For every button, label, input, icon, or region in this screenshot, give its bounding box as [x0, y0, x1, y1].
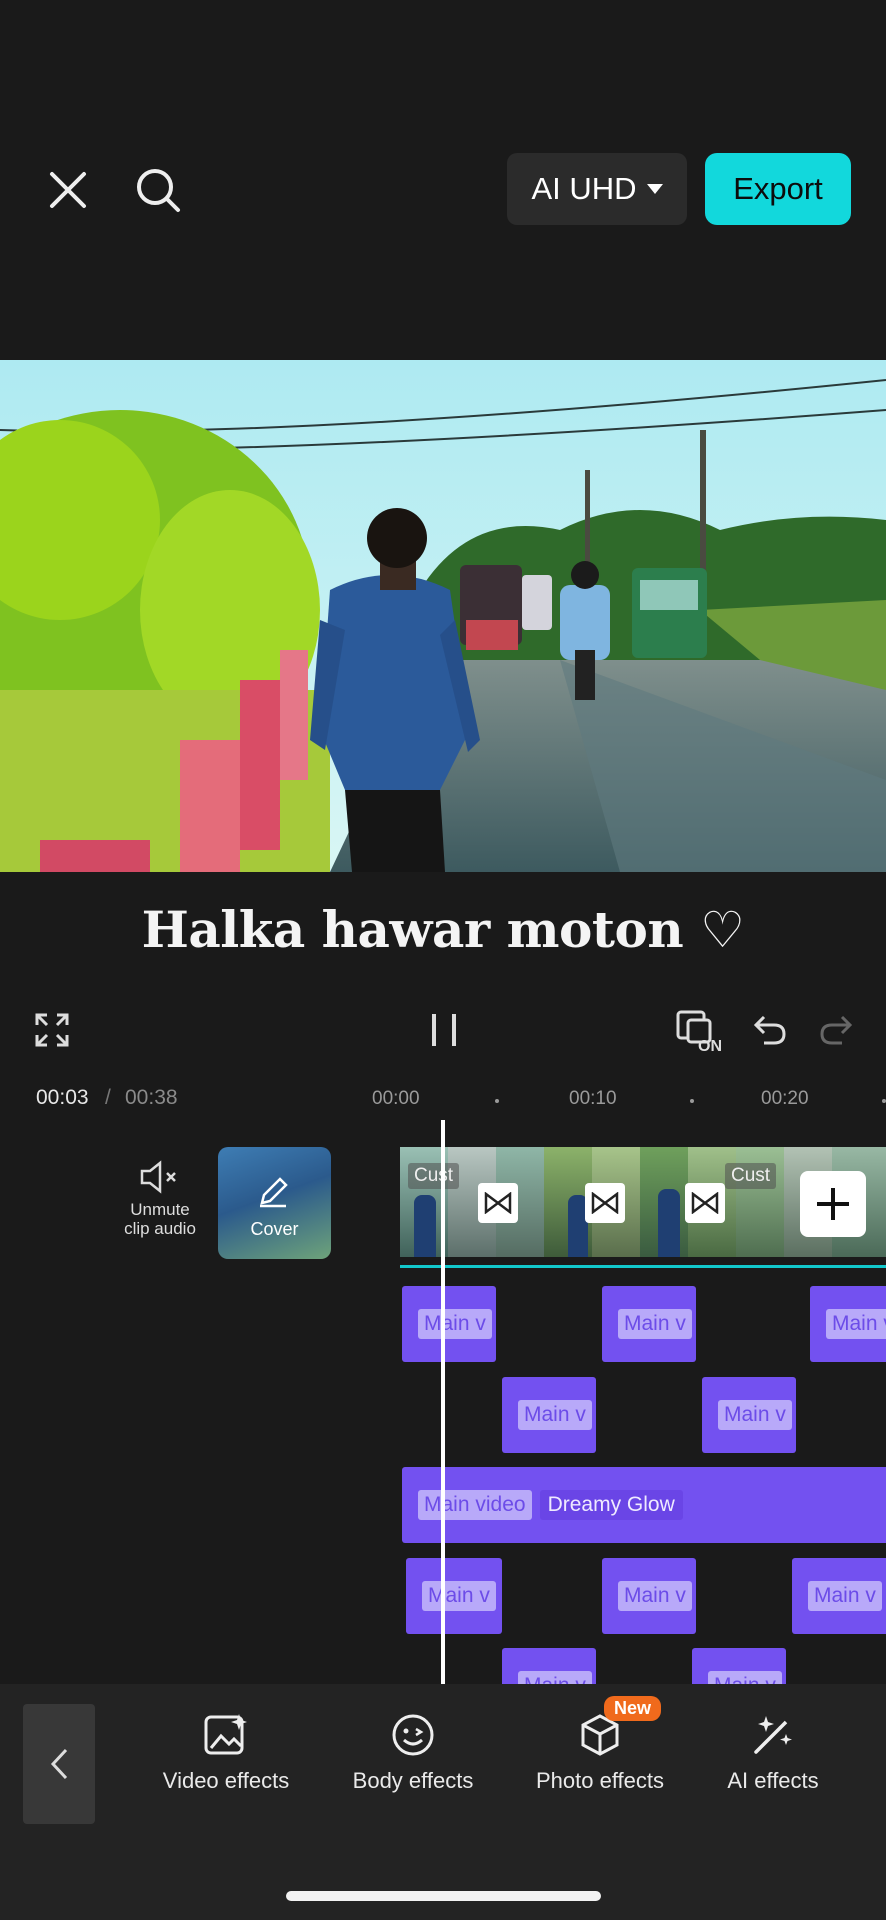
playback-controls: ON [0, 990, 886, 1070]
ai-effects-button[interactable]: AI effects [695, 1712, 851, 1794]
export-button[interactable]: Export [705, 153, 851, 225]
ruler-dot [495, 1099, 499, 1103]
effect-label: Main v [808, 1581, 882, 1611]
video-effects-button[interactable]: Video effects [148, 1712, 304, 1794]
home-indicator[interactable] [286, 1891, 601, 1901]
new-badge: New [604, 1696, 662, 1721]
add-clip-button[interactable] [800, 1171, 866, 1237]
ruler-dot [882, 1099, 886, 1103]
effect-label: Main v [518, 1400, 592, 1430]
clip-custom-chip: Cust [408, 1163, 460, 1189]
unmute-label: Unmute [130, 1200, 190, 1219]
time-bar: 00:03 / 00:38 00:00 00:10 00:20 [0, 1072, 886, 1122]
tool-label: Video effects [162, 1768, 290, 1793]
effect-clip[interactable]: Main v [602, 1558, 696, 1634]
effect-clip[interactable]: Main v [792, 1558, 886, 1634]
effect-clip[interactable]: Main v [502, 1377, 596, 1453]
ai-effects-icon [754, 1716, 792, 1754]
current-time: 00:03 [36, 1086, 89, 1109]
preview-frame [0, 360, 886, 872]
caret-down-icon [646, 184, 663, 194]
clip-custom-chip: Cust [725, 1163, 777, 1189]
effect-label: Main v [422, 1581, 496, 1611]
playhead[interactable] [441, 1120, 445, 1686]
ruler-tick-label: 00:00 [372, 1088, 420, 1109]
effect-clip[interactable]: Main v [602, 1286, 696, 1362]
unmute-label-2: clip audio [124, 1219, 196, 1238]
total-time: 00:38 [125, 1086, 178, 1109]
quality-label: AI UHD [531, 171, 637, 206]
effect-clip[interactable]: Main v [502, 1648, 596, 1684]
close-icon[interactable] [40, 162, 96, 218]
clip-figure [414, 1195, 436, 1257]
effect-label: Main v [826, 1309, 886, 1339]
clip-chip-label: Cust [414, 1165, 454, 1186]
keyframe-on-toggle[interactable]: ON [672, 1004, 728, 1060]
tool-label: Body effects [352, 1768, 474, 1793]
main-video-track[interactable]: Cust Cust [400, 1147, 886, 1257]
unmute-clip-audio-button[interactable]: Unmute clip audio [112, 1160, 208, 1256]
effect-clip[interactable]: Main v [402, 1286, 496, 1362]
effect-clip[interactable]: Main v [406, 1558, 502, 1634]
effect-clip[interactable]: Main v [702, 1377, 796, 1453]
ruler-tick-label: 00:10 [569, 1088, 617, 1109]
effect-label: Main v [618, 1581, 692, 1611]
track-underline [400, 1265, 886, 1268]
tool-label: AI effects [727, 1768, 819, 1793]
video-preview[interactable] [0, 360, 886, 872]
undo-icon[interactable] [748, 1008, 792, 1052]
fullscreen-icon[interactable] [30, 1008, 74, 1052]
transition-icon[interactable] [585, 1183, 625, 1223]
cover-button[interactable]: Cover [218, 1147, 331, 1259]
clip-chip-label: Cust [731, 1165, 771, 1186]
on-label: ON [698, 1038, 722, 1055]
search-icon[interactable] [128, 160, 188, 220]
effect-label: Main v [418, 1309, 492, 1339]
clip-figure [658, 1189, 680, 1257]
tool-label: Photo effects [535, 1768, 664, 1793]
effect-label: Main v [618, 1309, 692, 1339]
effect-clip[interactable]: Main v [692, 1648, 786, 1684]
transition-icon[interactable] [478, 1183, 518, 1223]
transition-icon[interactable] [685, 1183, 725, 1223]
edit-pencil-icon [260, 1177, 288, 1208]
effect-label: Main v [718, 1400, 792, 1430]
body-effects-button[interactable]: Body effects [335, 1712, 491, 1794]
effect-name-label: Dreamy Glow [539, 1490, 683, 1520]
ruler-dot [690, 1099, 694, 1103]
plus-icon [817, 1188, 849, 1220]
redo-icon[interactable] [814, 1008, 858, 1052]
mute-icon [140, 1160, 176, 1194]
body-effects-icon [392, 1714, 434, 1756]
quality-dropdown[interactable]: AI UHD [507, 153, 687, 225]
effect-label: Main v [708, 1671, 782, 1684]
back-button[interactable] [23, 1704, 95, 1824]
effect-clip[interactable]: Main v [810, 1286, 886, 1362]
pause-icon[interactable] [420, 1006, 468, 1054]
time-separator: / [105, 1086, 111, 1109]
export-label: Export [733, 171, 823, 206]
effect-label: Main v [518, 1671, 592, 1684]
cover-label: Cover [250, 1219, 299, 1239]
effect-label: Main video [418, 1490, 532, 1520]
photo-effects-button[interactable]: Photo effects [522, 1712, 678, 1794]
chevron-left-icon [50, 1748, 68, 1780]
top-bar: AI UHD Export [0, 0, 886, 360]
video-caption: Halka hawar moton ♡ [141, 900, 745, 959]
ruler-tick-label: 00:20 [761, 1088, 809, 1109]
effect-clip-dreamy-glow[interactable]: Main video Dreamy Glow [402, 1467, 886, 1543]
video-effects-icon [204, 1714, 247, 1755]
